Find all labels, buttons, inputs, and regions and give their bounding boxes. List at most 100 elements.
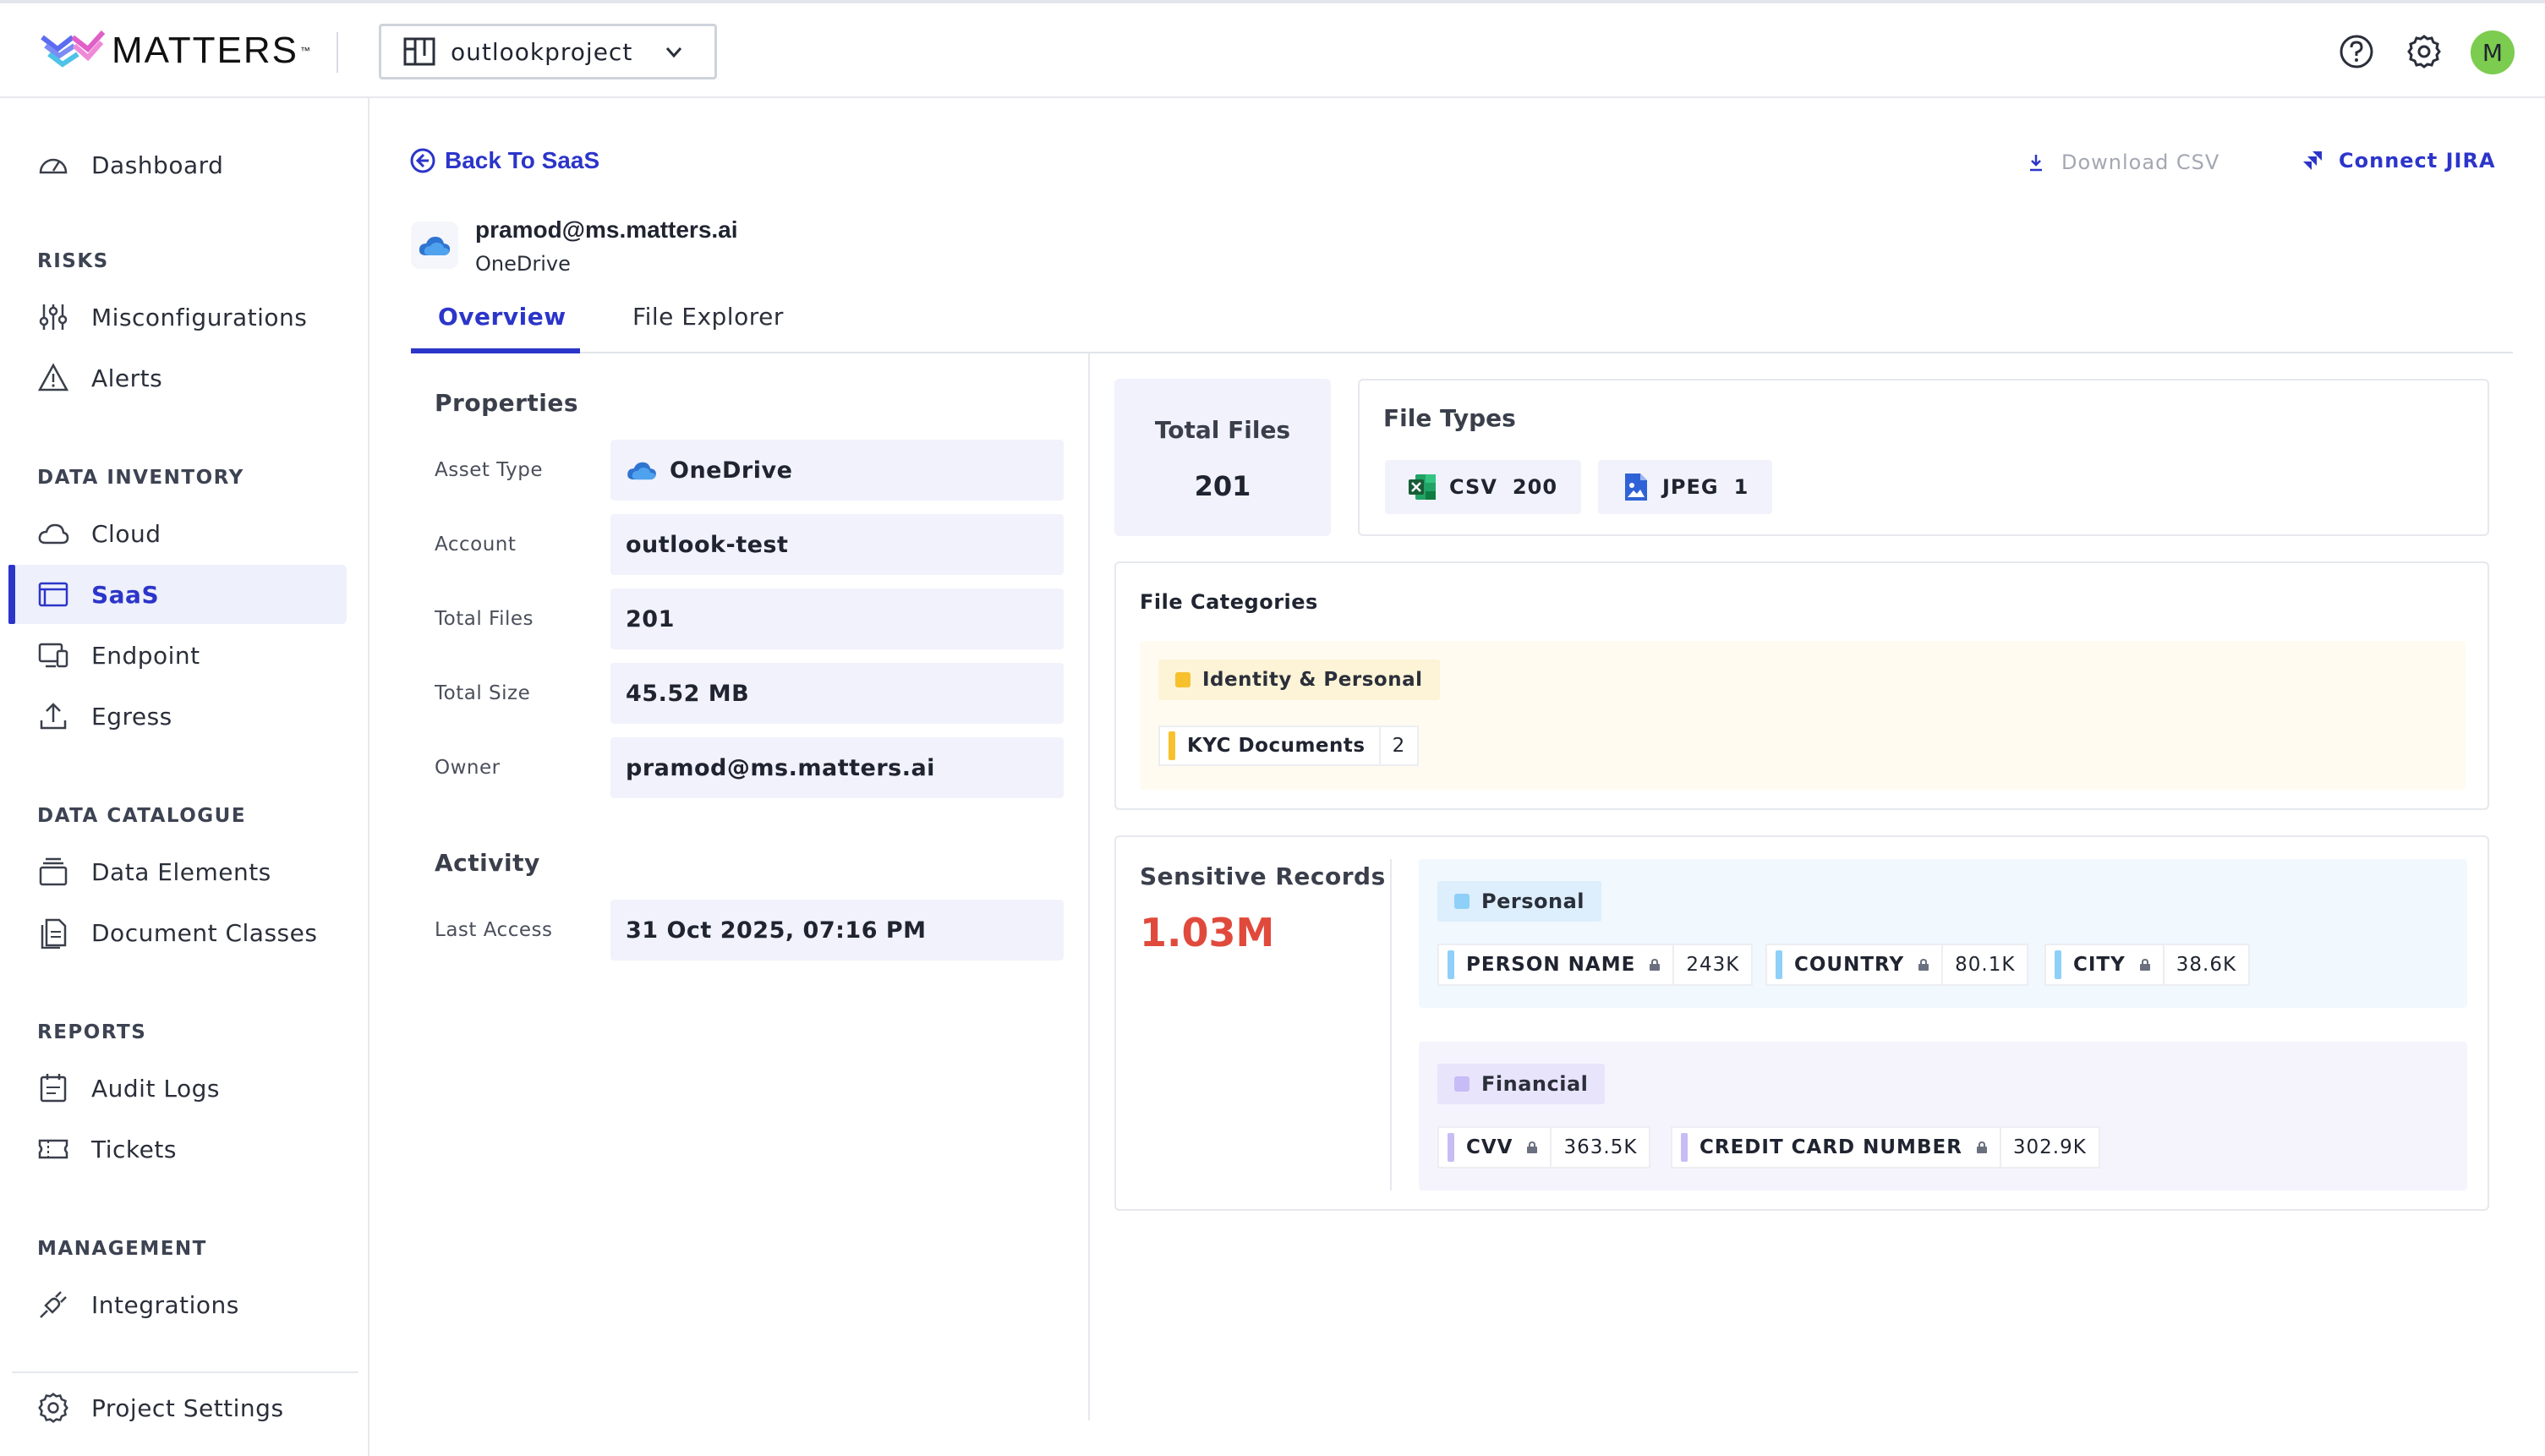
lock-icon — [1918, 958, 1929, 971]
user-avatar[interactable]: M — [2471, 30, 2515, 74]
sidebar-item-label: SaaS — [91, 580, 160, 609]
sensitive-item-city[interactable]: CITY 38.6K — [2044, 944, 2251, 986]
matters-logo-icon — [41, 30, 105, 68]
sensitive-item-label: CREDIT CARD NUMBER — [1699, 1136, 1962, 1158]
lock-icon — [2139, 958, 2150, 971]
sensitive-item-person-name[interactable]: PERSON NAME 243K — [1437, 944, 1754, 986]
onedrive-cloud-icon — [419, 237, 451, 255]
item-color-bar — [1681, 1133, 1688, 1162]
sidebar-item-alerts[interactable]: Alerts — [12, 348, 347, 408]
sidebar-item-label: Cloud — [91, 519, 161, 548]
help-icon[interactable] — [2339, 34, 2374, 69]
download-icon — [2030, 155, 2042, 172]
tab-overview[interactable]: Overview — [438, 303, 566, 331]
documents-icon — [41, 918, 67, 949]
lock-icon — [1976, 1141, 1987, 1153]
file-type-count: 200 — [1512, 475, 1558, 499]
sidebar-item-misconfigurations[interactable]: Misconfigurations — [12, 287, 347, 347]
sensitive-group-financial: Financial CVV 363.5K CREDIT CARD NUMBER … — [1419, 1042, 2467, 1191]
stack-icon — [39, 857, 68, 886]
back-to-saas-link[interactable]: Back To SaaS — [409, 147, 599, 174]
total-files-label: Total Files — [435, 608, 534, 630]
sidebar-item-project-settings[interactable]: Project Settings — [12, 1378, 347, 1437]
total-files-card: Total Files 201 — [1114, 379, 1331, 536]
group-color-swatch — [1454, 1076, 1470, 1092]
sidebar-item-tickets[interactable]: Tickets — [12, 1119, 347, 1179]
brand-logo[interactable]: MATTERS ™ — [41, 29, 310, 73]
lock-icon — [1527, 1141, 1538, 1153]
total-files-value: 201 — [610, 588, 1064, 649]
ticket-icon — [38, 1139, 68, 1159]
file-type-chip-csv[interactable]: CSV 200 — [1385, 460, 1582, 514]
last-access-label: Last Access — [435, 919, 553, 941]
sidebar-item-label: Misconfigurations — [91, 303, 308, 331]
section-label-management: MANAGEMENT — [37, 1238, 207, 1260]
tab-file-explorer[interactable]: File Explorer — [632, 303, 784, 331]
last-access-value: 31 Oct 2025, 07:16 PM — [610, 900, 1064, 961]
download-csv-button[interactable]: Download CSV — [2028, 151, 2219, 174]
devices-icon — [38, 643, 68, 668]
sidebar-item-endpoint[interactable]: Endpoint — [12, 626, 347, 685]
image-file-icon — [1625, 473, 1647, 501]
group-color-swatch — [1454, 894, 1470, 909]
onedrive-cloud-icon — [627, 462, 656, 480]
owner-label: Owner — [435, 757, 501, 779]
category-group-name: Identity & Personal — [1202, 669, 1423, 691]
asset-type: OneDrive — [475, 252, 571, 276]
total-files-card-label: Total Files — [1154, 416, 1291, 444]
sidebar-item-cloud[interactable]: Cloud — [12, 504, 347, 563]
owner-value: pramod@ms.matters.ai — [610, 737, 1064, 798]
sidebar-item-integrations[interactable]: Integrations — [12, 1275, 347, 1334]
sensitive-group-name: Personal — [1481, 889, 1584, 913]
file-categories-title: File Categories — [1140, 590, 1318, 614]
project-selector[interactable]: outlookproject — [379, 24, 717, 79]
category-item-kyc-documents[interactable]: KYC Documents 2 — [1158, 725, 1419, 766]
item-color-bar — [1448, 950, 1454, 979]
file-type-name: JPEG — [1662, 475, 1719, 499]
file-types-card: File Types CSV 200 JPEG 1 — [1358, 379, 2489, 536]
top-bar: MATTERS ™ outlookproject M — [0, 0, 2545, 98]
sensitive-item-cvv[interactable]: CVV 363.5K — [1437, 1126, 1651, 1169]
sensitive-item-credit-card-number[interactable]: CREDIT CARD NUMBER 302.9K — [1671, 1126, 2100, 1169]
total-size-label: Total Size — [435, 682, 531, 704]
connect-jira-button[interactable]: Connect JIRA — [2301, 149, 2496, 172]
asset-email: pramod@ms.matters.ai — [475, 216, 738, 243]
sidebar-item-label: Integrations — [91, 1290, 239, 1319]
sensitive-item-country[interactable]: COUNTRY 80.1K — [1765, 944, 2029, 986]
file-type-chip-jpeg[interactable]: JPEG 1 — [1598, 460, 1773, 514]
gear-icon — [38, 1393, 68, 1423]
excel-icon — [1409, 474, 1436, 500]
sidebar-item-dashboard[interactable]: Dashboard — [12, 135, 347, 194]
file-type-count: 1 — [1733, 475, 1749, 499]
connect-jira-label: Connect JIRA — [2339, 149, 2496, 172]
sidebar-item-saas[interactable]: SaaS — [8, 565, 347, 624]
sidebar-item-audit-logs[interactable]: Audit Logs — [12, 1059, 347, 1118]
arrow-left-circle-icon — [410, 148, 435, 173]
section-label-data-catalogue: DATA CATALOGUE — [37, 805, 247, 827]
onedrive-logo — [411, 222, 458, 269]
sidebar: Dashboard RISKS Misconfigurations Alerts… — [0, 98, 369, 1456]
sensitive-group-tag: Financial — [1437, 1064, 1606, 1104]
category-color-bar — [1169, 731, 1175, 760]
item-color-bar — [2055, 950, 2061, 979]
asset-type-label: Asset Type — [435, 459, 544, 481]
section-label-risks: RISKS — [37, 250, 109, 272]
sidebar-item-label: Tickets — [91, 1135, 177, 1163]
sidebar-item-data-elements[interactable]: Data Elements — [12, 842, 347, 901]
file-types-title: File Types — [1383, 404, 1516, 432]
tab-bar: Overview File Explorer — [411, 291, 2513, 353]
sidebar-item-label: Endpoint — [91, 641, 200, 670]
activity-title: Activity — [435, 849, 540, 877]
category-group-tag: Identity & Personal — [1158, 660, 1440, 700]
sidebar-item-label: Audit Logs — [91, 1074, 220, 1103]
sidebar-item-document-classes[interactable]: Document Classes — [12, 903, 347, 962]
sidebar-item-label: Data Elements — [91, 857, 271, 886]
sensitive-records-card: Sensitive Records 1.03M Personal PERSON … — [1114, 835, 2489, 1211]
settings-gear-icon[interactable] — [2406, 34, 2442, 69]
project-board-icon — [403, 37, 435, 66]
dashboard-gauge-icon — [39, 158, 68, 174]
sidebar-divider — [12, 1371, 358, 1373]
sidebar-item-egress[interactable]: Egress — [12, 687, 347, 746]
total-files-card-value: 201 — [1194, 470, 1251, 502]
sensitive-records-title: Sensitive Records — [1140, 862, 1386, 890]
